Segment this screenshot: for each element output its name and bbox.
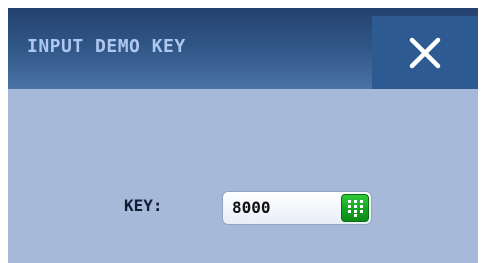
dialog-title: INPUT DEMO KEY (27, 36, 186, 57)
keypad-button[interactable] (341, 194, 369, 222)
key-value[interactable]: 8000 (232, 198, 271, 217)
demo-key-dialog: INPUT DEMO KEY KEY: 8000 (8, 8, 478, 263)
key-label: KEY: (124, 196, 163, 215)
key-input[interactable]: 8000 (222, 191, 372, 225)
close-icon (409, 37, 441, 69)
keypad-icon (348, 200, 363, 217)
close-button[interactable] (372, 16, 478, 89)
